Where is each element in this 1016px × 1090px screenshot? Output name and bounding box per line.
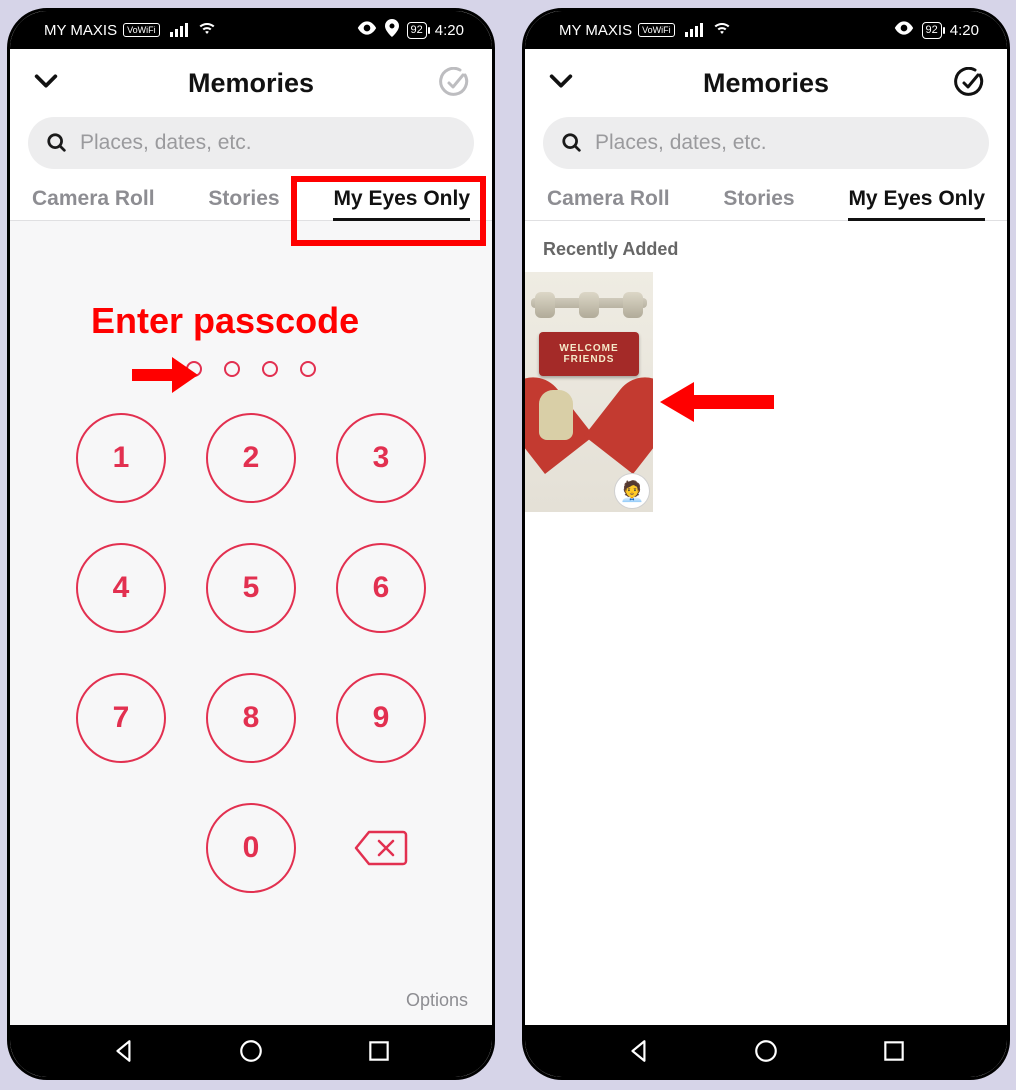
- nav-back-button[interactable]: [625, 1037, 653, 1065]
- select-button[interactable]: [438, 67, 470, 99]
- sign-text: WELCOME: [559, 343, 618, 354]
- bitmoji-avatar: 🧑‍💼: [615, 474, 649, 508]
- passcode-keypad: 1 2 3 4 5 6 7 8 9 0: [10, 413, 492, 893]
- nav-home-button[interactable]: [752, 1037, 780, 1065]
- search-icon: [46, 132, 68, 154]
- page-title: Memories: [188, 68, 314, 99]
- tab-my-eyes-only[interactable]: My Eyes Only: [333, 187, 470, 221]
- passcode-panel: 1 2 3 4 5 6 7 8 9 0: [10, 221, 492, 1025]
- tab-stories[interactable]: Stories: [208, 187, 279, 221]
- key-6[interactable]: 6: [336, 543, 426, 633]
- key-8[interactable]: 8: [206, 673, 296, 763]
- tab-my-eyes-only[interactable]: My Eyes Only: [848, 187, 985, 221]
- tab-stories[interactable]: Stories: [723, 187, 794, 221]
- passcode-dots: [10, 361, 492, 377]
- visibility-icon: [894, 21, 914, 39]
- section-title: Recently Added: [525, 239, 1007, 272]
- key-4[interactable]: 4: [76, 543, 166, 633]
- passcode-options-link[interactable]: Options: [406, 990, 468, 1011]
- key-2[interactable]: 2: [206, 413, 296, 503]
- search-input[interactable]: [595, 131, 971, 155]
- passcode-dot: [186, 361, 202, 377]
- sign-decor: WELCOME FRIENDS: [539, 332, 639, 376]
- passcode-dot: [224, 361, 240, 377]
- key-5[interactable]: 5: [206, 543, 296, 633]
- battery-indicator: 92: [922, 22, 942, 39]
- search-field[interactable]: [28, 117, 474, 169]
- tab-camera-roll[interactable]: Camera Roll: [547, 187, 670, 221]
- key-7[interactable]: 7: [76, 673, 166, 763]
- phone-screenshot-left: MY MAXIS VoWiFi: [7, 8, 495, 1080]
- memories-tabs: Camera Roll Stories My Eyes Only: [525, 169, 1007, 221]
- battery-indicator: 92: [407, 22, 427, 39]
- status-bar: MY MAXIS VoWiFi 92: [525, 11, 1007, 49]
- android-navbar: [10, 1025, 492, 1077]
- memory-thumbnail[interactable]: WELCOME FRIENDS 🧑‍💼: [525, 272, 653, 512]
- recently-added-section: Recently Added WELCOME FRIENDS 🧑‍💼: [525, 221, 1007, 512]
- signal-icon: [170, 23, 188, 37]
- sign-text: FRIENDS: [564, 354, 615, 365]
- search-field[interactable]: [543, 117, 989, 169]
- tab-camera-roll[interactable]: Camera Roll: [32, 187, 155, 221]
- memories-header: Memories: [10, 49, 492, 117]
- vowifi-badge: VoWiFi: [638, 23, 675, 37]
- clock-label: 4:20: [950, 22, 979, 39]
- wifi-icon: [713, 21, 731, 39]
- location-icon: [385, 19, 399, 41]
- clock-label: 4:20: [435, 22, 464, 39]
- nav-back-button[interactable]: [110, 1037, 138, 1065]
- key-0[interactable]: 0: [206, 803, 296, 893]
- vowifi-badge: VoWiFi: [123, 23, 160, 37]
- status-bar: MY MAXIS VoWiFi: [10, 11, 492, 49]
- collapse-button[interactable]: [32, 67, 64, 100]
- angel-decor: [539, 390, 573, 440]
- memories-header: Memories: [525, 49, 1007, 117]
- carrier-label: MY MAXIS: [44, 22, 117, 39]
- collapse-button[interactable]: [547, 67, 579, 100]
- nav-recent-button[interactable]: [365, 1037, 393, 1065]
- visibility-icon: [357, 21, 377, 39]
- page-title: Memories: [703, 68, 829, 99]
- carrier-label: MY MAXIS: [559, 22, 632, 39]
- passcode-dot: [300, 361, 316, 377]
- key-blank: [76, 803, 166, 893]
- signal-icon: [685, 23, 703, 37]
- wifi-icon: [198, 21, 216, 39]
- key-9[interactable]: 9: [336, 673, 426, 763]
- memories-tabs: Camera Roll Stories My Eyes Only: [10, 169, 492, 221]
- nav-home-button[interactable]: [237, 1037, 265, 1065]
- key-1[interactable]: 1: [76, 413, 166, 503]
- search-icon: [561, 132, 583, 154]
- nav-recent-button[interactable]: [880, 1037, 908, 1065]
- search-input[interactable]: [80, 131, 456, 155]
- android-navbar: [525, 1025, 1007, 1077]
- phone-screenshot-right: MY MAXIS VoWiFi 92: [522, 8, 1010, 1080]
- select-button[interactable]: [953, 67, 985, 99]
- key-backspace[interactable]: ⌫: [336, 803, 426, 893]
- key-3[interactable]: 3: [336, 413, 426, 503]
- passcode-dot: [262, 361, 278, 377]
